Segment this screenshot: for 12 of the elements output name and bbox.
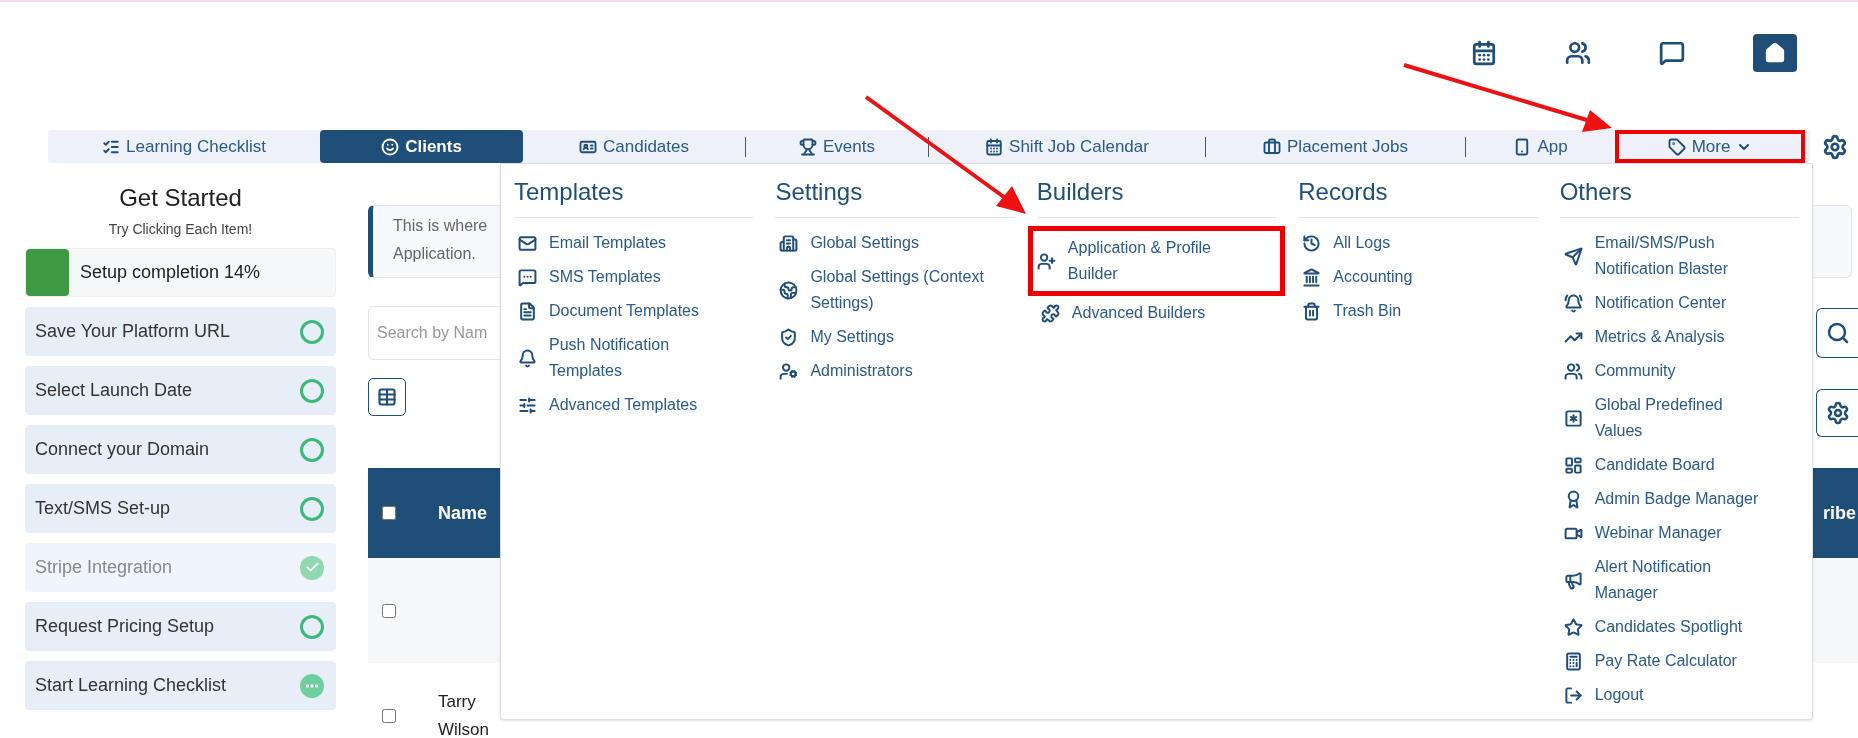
sidebar-title: Get Started xyxy=(118,184,243,212)
menu-section-title: Templates xyxy=(514,177,754,218)
table-cell-text: Tarry Wilson xyxy=(438,690,490,738)
progress-label: Setup completion 14% xyxy=(80,261,261,284)
notice-text: This is where xyxy=(393,216,488,236)
notice-text: Application. xyxy=(393,244,476,264)
sidebar-subtitle: Try Clicking Each Item! xyxy=(107,220,254,238)
column-header: Name xyxy=(438,501,488,525)
menu-section-title: Builders xyxy=(1036,177,1277,218)
menu-section-title: Records xyxy=(1298,177,1538,218)
column-header: ribe xyxy=(1823,501,1856,525)
menu-section-title: Others xyxy=(1559,177,1800,218)
